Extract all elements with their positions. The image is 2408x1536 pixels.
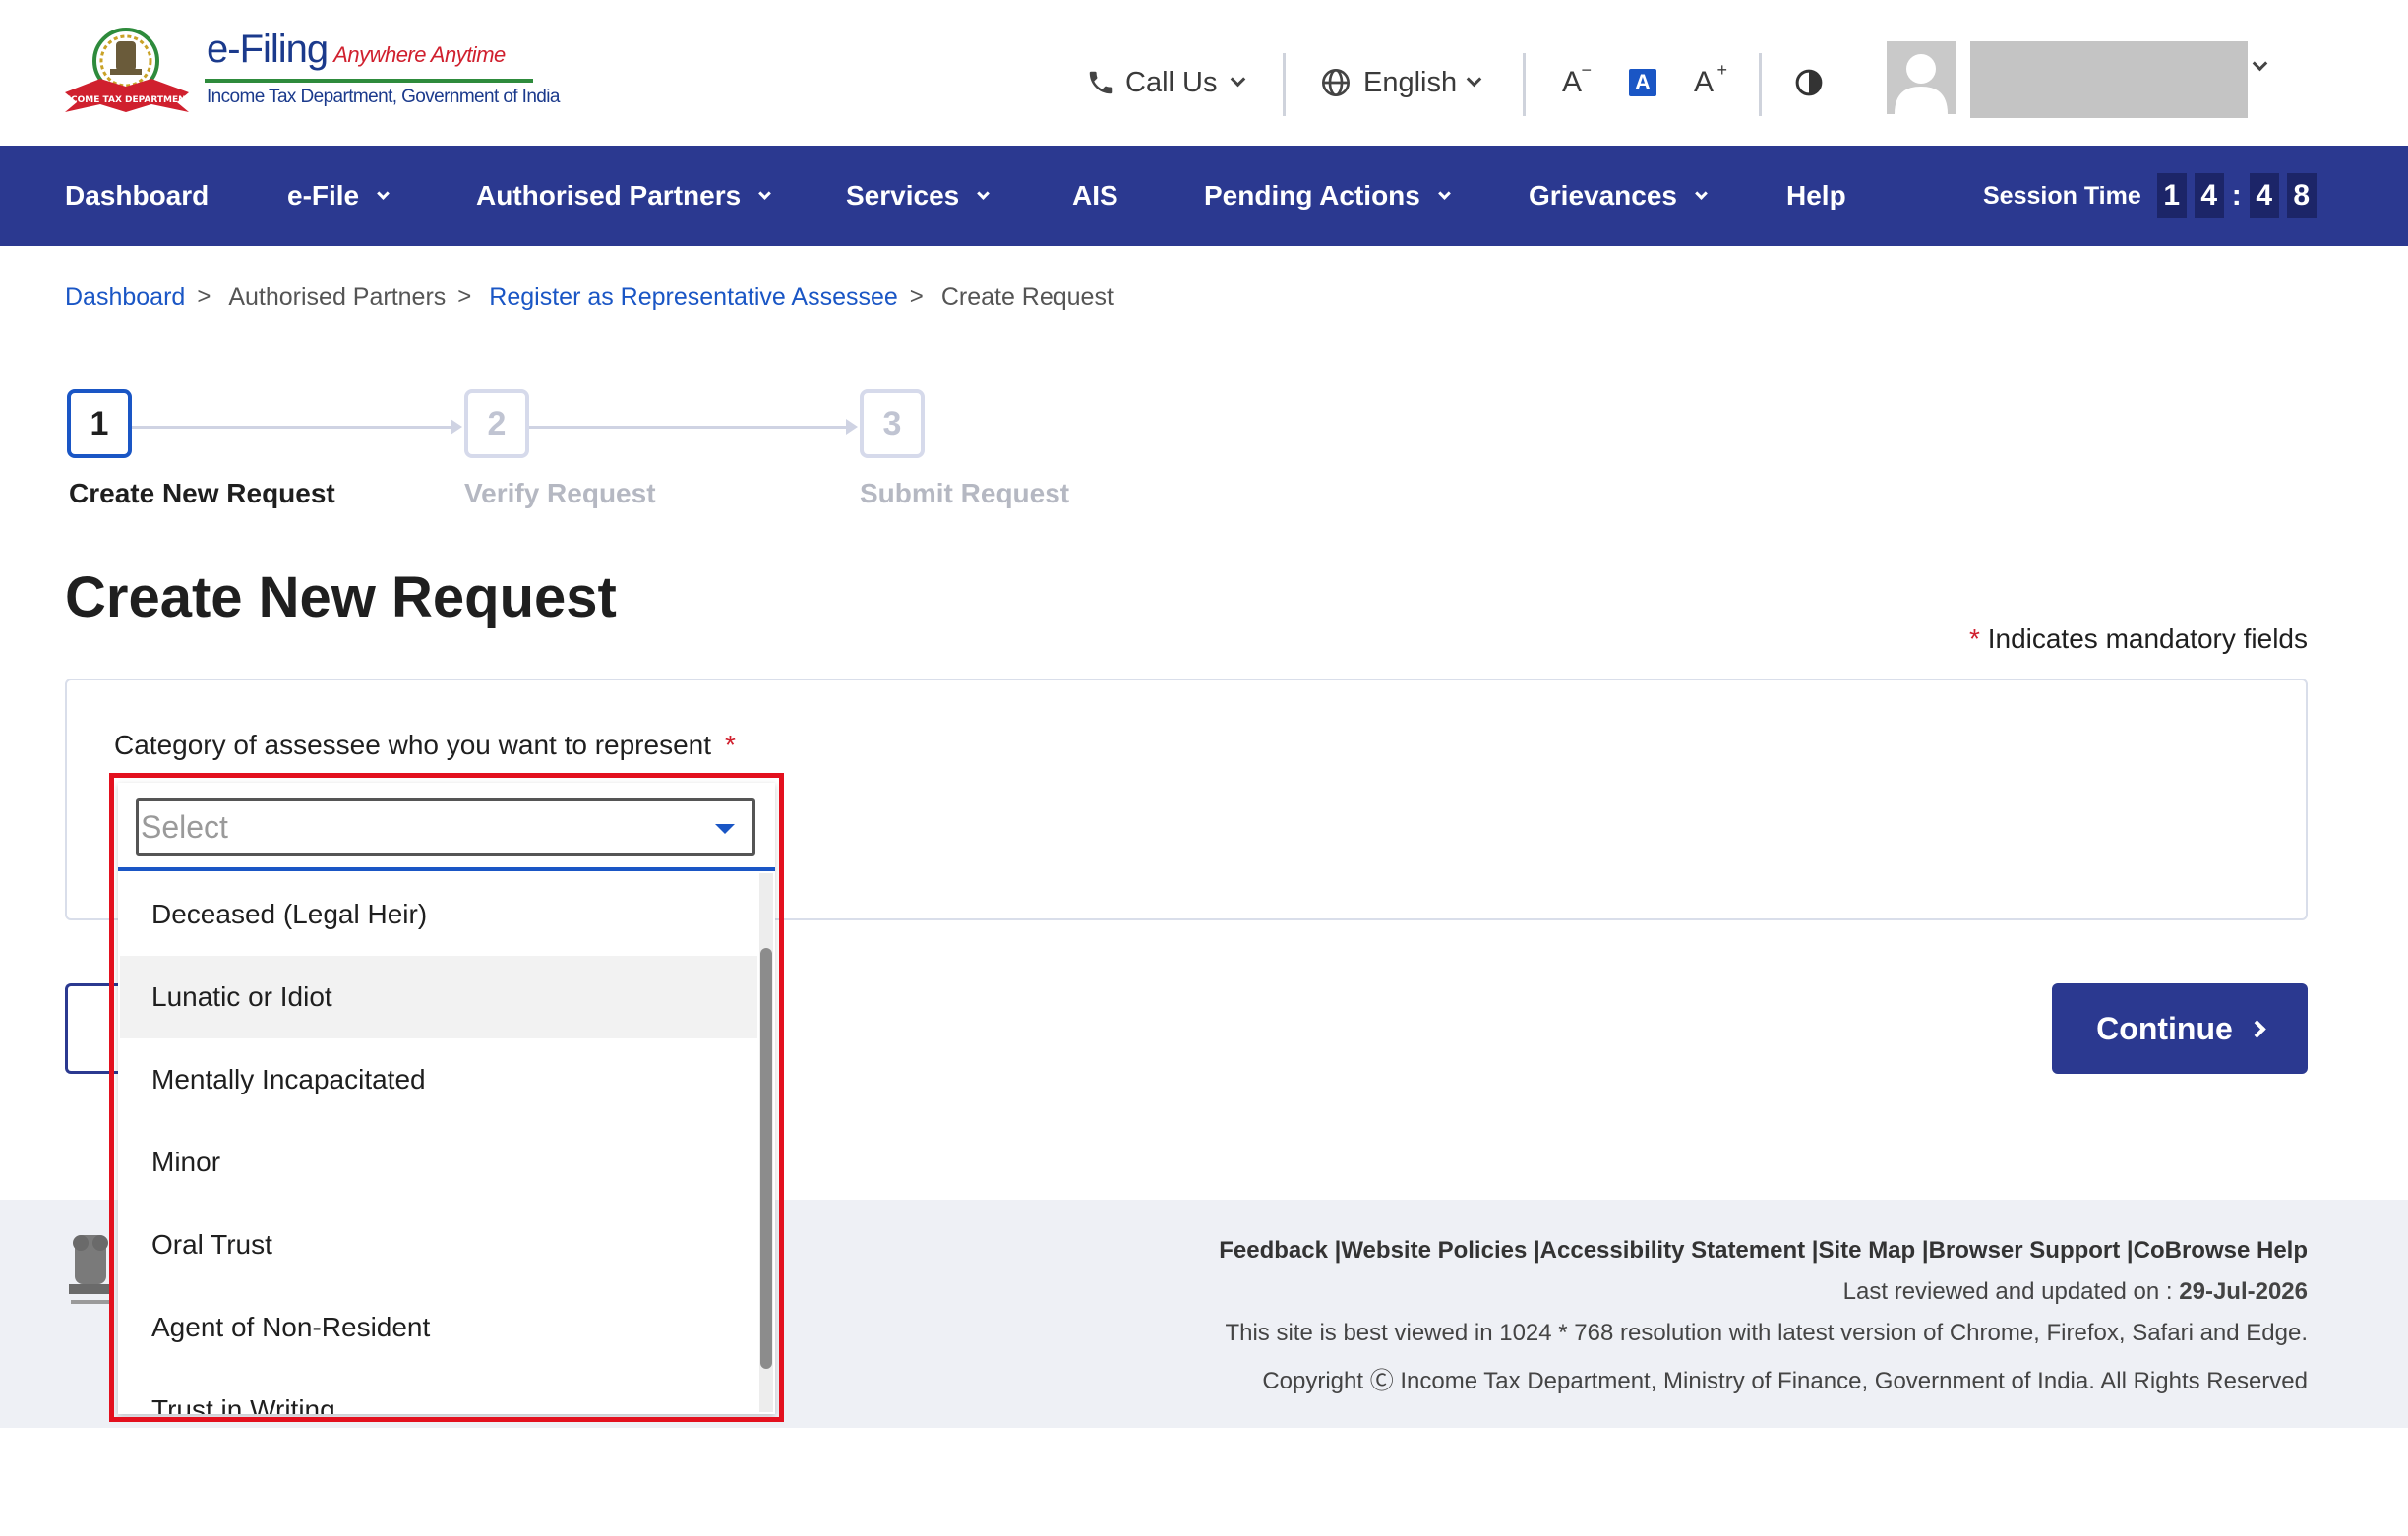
nav-item-help[interactable]: Help: [1786, 146, 1846, 246]
breadcrumb-authorised-partners: Authorised Partners: [228, 282, 447, 311]
annotation-highlight-box: [109, 773, 784, 1422]
main-navigation: Dashboard e-File Authorised Partners Ser…: [0, 146, 2408, 246]
breadcrumb-dashboard[interactable]: Dashboard: [65, 283, 185, 312]
step-connector: [529, 426, 846, 429]
efiling-logo[interactable]: INCOME TAX DEPARTMENT e-Filing Anywhere A…: [61, 22, 560, 120]
call-us-menu[interactable]: Call Us: [1086, 51, 1246, 114]
step-connector: [132, 426, 451, 429]
nav-item-authorised-partners[interactable]: Authorised Partners: [476, 146, 772, 246]
session-timer: Session Time 1 4 : 4 8: [1983, 173, 2317, 218]
nav-item-ais[interactable]: AIS: [1072, 146, 1118, 246]
arrow-right-icon: [846, 419, 858, 435]
header-divider: [1759, 53, 1762, 116]
emblem-text: INCOME TAX DEPARTMENT: [61, 95, 193, 105]
font-normal-icon: A: [1629, 69, 1656, 96]
chevron-down-icon: [977, 186, 991, 200]
font-normal-button[interactable]: A: [1629, 51, 1656, 114]
required-star: *: [725, 730, 736, 760]
phone-icon: [1089, 71, 1113, 94]
header-divider: [1523, 53, 1526, 116]
header-divider: [1283, 53, 1286, 116]
continue-label: Continue: [2096, 1010, 2233, 1046]
chevron-down-icon: [1466, 71, 1482, 87]
chevron-right-icon: [2248, 1019, 2266, 1038]
chevron-down-icon: [1437, 186, 1451, 200]
contrast-toggle[interactable]: [1794, 51, 1824, 114]
continue-button[interactable]: Continue: [2052, 983, 2308, 1074]
step-3-label: Submit Request: [860, 478, 1070, 508]
logo-tagline: Anywhere Anytime: [333, 42, 506, 67]
font-increase-icon: A +: [1694, 60, 1728, 98]
globe-icon: [1322, 69, 1350, 96]
breadcrumb-separator: >: [197, 283, 211, 310]
chevron-down-icon: [1231, 71, 1246, 87]
session-label: Session Time: [1983, 181, 2141, 209]
footer-last-reviewed: Last reviewed and updated on : 29-Jul-20…: [1842, 1278, 2308, 1305]
step-2-indicator: 2: [464, 389, 529, 458]
breadcrumb-separator: >: [909, 283, 924, 310]
user-name[interactable]: [1970, 41, 2248, 118]
nav-item-services[interactable]: Services: [846, 146, 991, 246]
nav-item-grievances[interactable]: Grievances: [1529, 146, 1708, 246]
site-header: INCOME TAX DEPARTMENT e-Filing Anywhere A…: [0, 0, 2408, 146]
breadcrumb-separator: >: [457, 283, 472, 310]
language-label: English: [1363, 66, 1458, 98]
page-title: Create New Request: [65, 565, 617, 629]
chevron-down-icon: [1695, 186, 1708, 200]
category-field-label: Category of assessee who you want to rep…: [114, 730, 736, 760]
chevron-down-icon: [2252, 55, 2268, 71]
step-2-label: Verify Request: [464, 478, 656, 508]
step-1-indicator: 1: [67, 389, 132, 458]
call-us-label: Call Us: [1125, 66, 1218, 98]
mandatory-note: * Indicates mandatory fields: [1969, 623, 2308, 654]
chevron-down-icon: [758, 186, 772, 200]
breadcrumb-register-representative[interactable]: Register as Representative Assessee: [489, 283, 898, 312]
session-separator: :: [2231, 179, 2242, 211]
logo-title: e-Filing Anywhere Anytime: [207, 28, 506, 71]
breadcrumb-create-request: Create Request: [940, 282, 1114, 311]
contrast-icon: [1795, 69, 1823, 96]
session-digit: 1: [2156, 173, 2187, 218]
logo-divider: [205, 79, 533, 83]
user-avatar[interactable]: [1887, 41, 1956, 114]
user-icon: [1895, 54, 1948, 114]
footer-links[interactable]: Feedback |Website Policies |Accessibilit…: [1219, 1237, 2308, 1265]
footer-resolution-note: This site is best viewed in 1024 * 768 r…: [1225, 1320, 2308, 1346]
chevron-down-icon: [377, 186, 391, 200]
session-digit: 4: [2249, 173, 2279, 218]
font-increase-button[interactable]: A +: [1694, 51, 1728, 114]
nav-item-pending-actions[interactable]: Pending Actions: [1204, 146, 1451, 246]
language-selector[interactable]: English: [1320, 51, 1482, 114]
nav-item-dashboard[interactable]: Dashboard: [65, 146, 209, 246]
session-digit: 8: [2286, 173, 2317, 218]
arrow-right-icon: [451, 419, 462, 435]
required-star: *: [1969, 623, 1980, 654]
logo-subtitle: Income Tax Department, Government of Ind…: [207, 87, 560, 107]
font-decrease-icon: A −: [1562, 60, 1593, 98]
step-1-label: Create New Request: [69, 478, 335, 508]
footer-copyright: Copyright Ⓒ Income Tax Department, Minis…: [1262, 1368, 2308, 1394]
nav-item-efile[interactable]: e-File: [287, 146, 391, 246]
step-3-indicator: 3: [860, 389, 925, 458]
session-digit: 4: [2194, 173, 2224, 218]
font-decrease-button[interactable]: A −: [1562, 51, 1593, 114]
breadcrumb: Dashboard > Authorised Partners > Regist…: [65, 279, 1114, 315]
income-tax-emblem-icon: INCOME TAX DEPARTMENT: [61, 28, 193, 112]
footer-last-reviewed-date: 29-Jul-2026: [2179, 1278, 2308, 1305]
user-menu-toggle[interactable]: [2252, 35, 2268, 98]
